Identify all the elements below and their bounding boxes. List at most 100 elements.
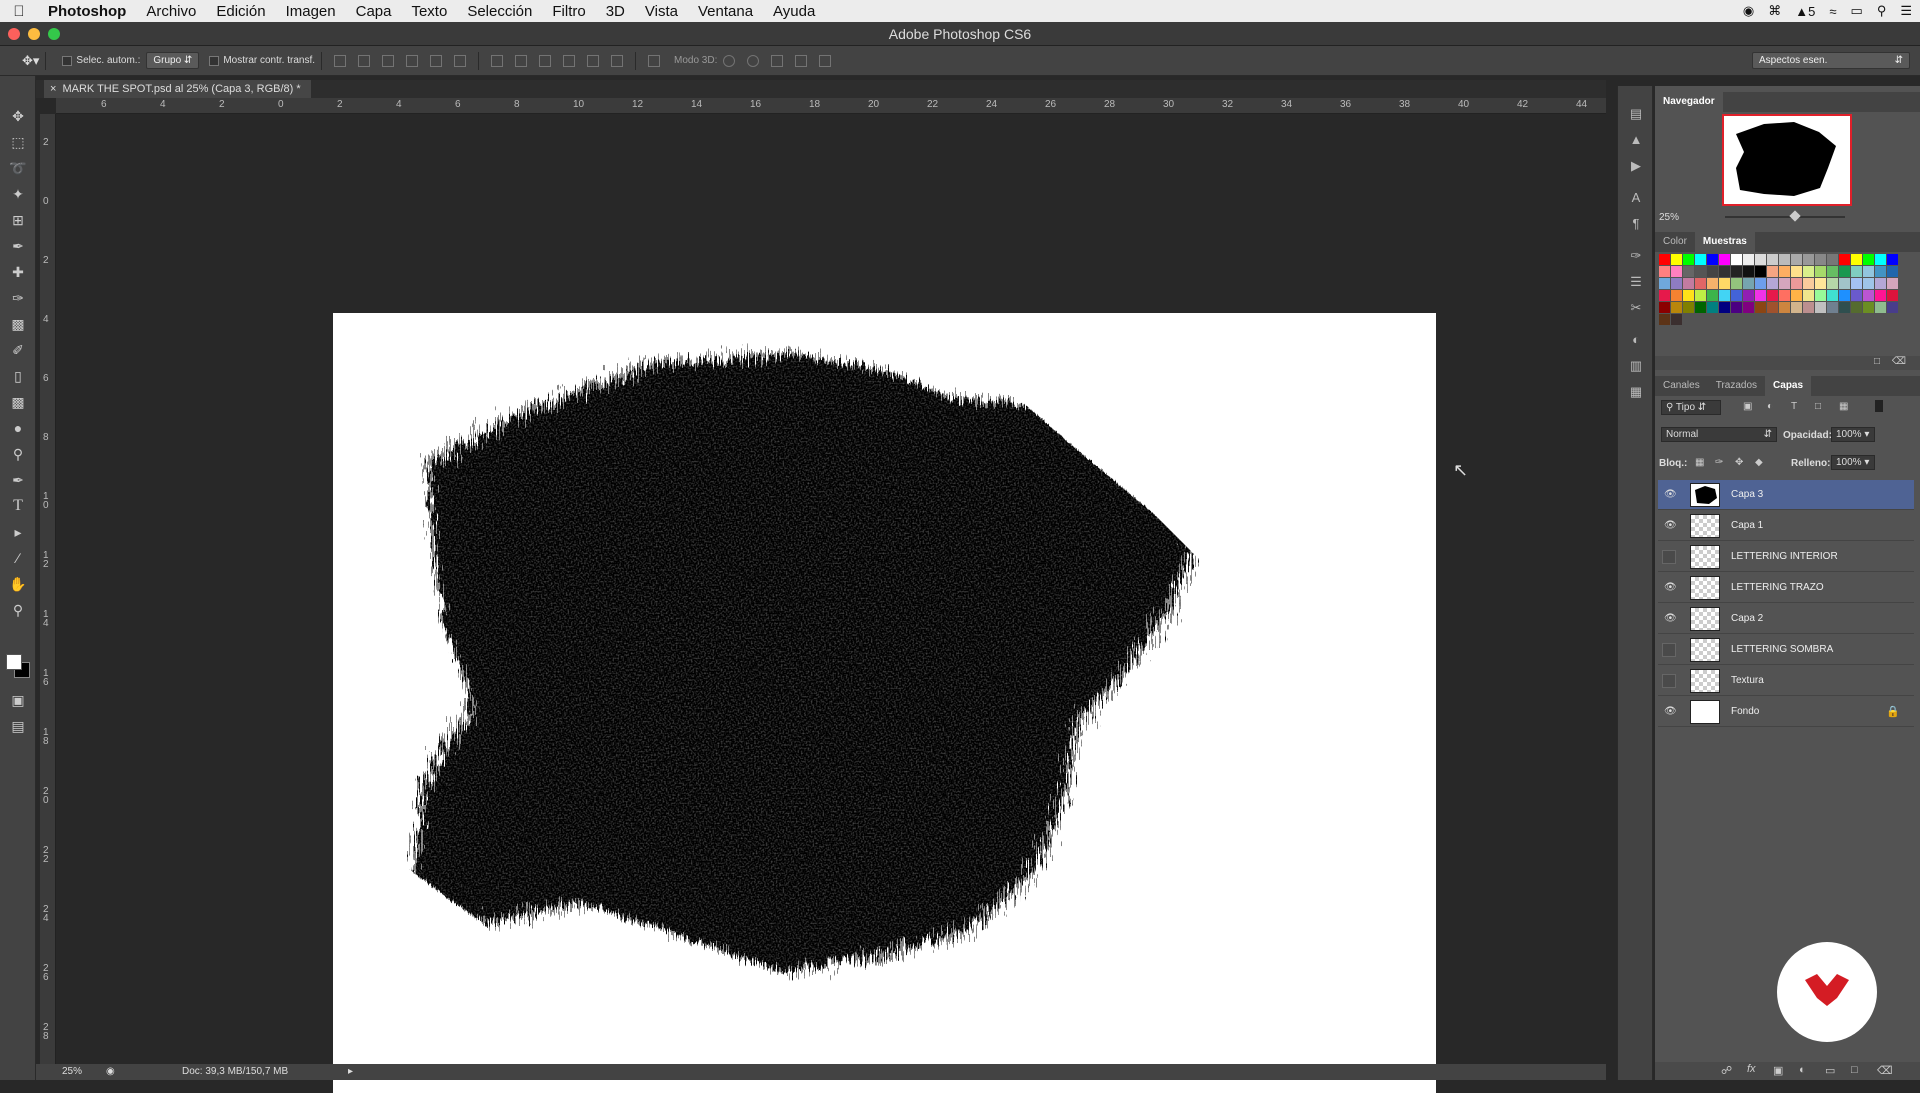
navigator-preview[interactable] bbox=[1722, 114, 1852, 206]
line-tool-icon[interactable]: ∕ bbox=[8, 548, 28, 568]
auto-select-dropdown[interactable]: Grupo ⇵ bbox=[146, 52, 200, 69]
clone-source-icon[interactable]: ✂ bbox=[1627, 300, 1645, 318]
swatch[interactable] bbox=[1719, 290, 1730, 301]
swatch[interactable] bbox=[1791, 278, 1802, 289]
swatch[interactable] bbox=[1707, 302, 1718, 313]
crop-tool-icon[interactable]: ⊞ bbox=[8, 210, 28, 230]
distribute-bottom-icon[interactable] bbox=[539, 54, 552, 67]
status-menu-arrow-icon[interactable]: ▸ bbox=[348, 1064, 353, 1080]
minimize-window-button[interactable] bbox=[28, 28, 40, 40]
align-left-icon[interactable] bbox=[406, 54, 419, 67]
swatch[interactable] bbox=[1671, 290, 1682, 301]
swatch[interactable] bbox=[1851, 290, 1862, 301]
show-transform-checkbox[interactable] bbox=[209, 55, 220, 66]
history-brush-tool-icon[interactable]: ✐ bbox=[8, 340, 28, 360]
distribute-vcenter-icon[interactable] bbox=[515, 54, 528, 67]
swatch[interactable] bbox=[1659, 290, 1670, 301]
fill-input[interactable]: 100% ▾ bbox=[1831, 455, 1875, 470]
visibility-toggle[interactable] bbox=[1662, 643, 1676, 657]
menu-capa[interactable]: Capa bbox=[346, 3, 402, 20]
zoom-tool-icon[interactable]: ⚲ bbox=[8, 600, 28, 620]
distribute-left-icon[interactable] bbox=[563, 54, 576, 67]
adobe-icon[interactable]: ▲5 bbox=[1795, 4, 1815, 19]
dodge-tool-icon[interactable]: ⚲ bbox=[8, 444, 28, 464]
visibility-toggle[interactable] bbox=[1662, 550, 1676, 564]
tab-channels[interactable]: Canales bbox=[1655, 376, 1708, 396]
lock-transparency-icon[interactable]: ▦ bbox=[1695, 457, 1704, 468]
layer-row[interactable]: Textura bbox=[1658, 666, 1914, 696]
swatch[interactable] bbox=[1863, 290, 1874, 301]
hand-tool-icon[interactable]: ✋ bbox=[8, 574, 28, 594]
eraser-tool-icon[interactable]: ▯ bbox=[8, 366, 28, 386]
menu-3d[interactable]: 3D bbox=[596, 3, 635, 20]
stamp-tool-icon[interactable]: ▩ bbox=[8, 314, 28, 334]
swatch[interactable] bbox=[1827, 254, 1838, 265]
swatch[interactable] bbox=[1803, 302, 1814, 313]
add-mask-icon[interactable]: ▣ bbox=[1773, 1064, 1783, 1077]
paragraph-panel-icon[interactable]: ¶ bbox=[1627, 216, 1645, 234]
menu-ayuda[interactable]: Ayuda bbox=[763, 3, 825, 20]
visibility-eye-icon[interactable]: 👁 bbox=[1664, 489, 1677, 501]
lasso-tool-icon[interactable]: ➰ bbox=[8, 158, 28, 178]
swatch[interactable] bbox=[1875, 302, 1886, 313]
menu-texto[interactable]: Texto bbox=[401, 3, 457, 20]
swatch[interactable] bbox=[1839, 302, 1850, 313]
swatch[interactable] bbox=[1719, 278, 1730, 289]
swatch[interactable] bbox=[1839, 278, 1850, 289]
3d-rotate-icon[interactable] bbox=[723, 54, 736, 67]
3d-roll-icon[interactable] bbox=[747, 54, 760, 67]
swatch[interactable] bbox=[1659, 278, 1670, 289]
swatch[interactable] bbox=[1779, 266, 1790, 277]
swatch[interactable] bbox=[1671, 302, 1682, 313]
distribute-top-icon[interactable] bbox=[491, 54, 504, 67]
eyedropper-tool-icon[interactable]: ✒ bbox=[8, 236, 28, 256]
navigator-zoom[interactable]: 25% bbox=[1659, 212, 1679, 223]
align-top-icon[interactable] bbox=[334, 54, 347, 67]
healing-brush-tool-icon[interactable]: ✚ bbox=[8, 262, 28, 282]
visibility-eye-icon[interactable]: 👁 bbox=[1664, 613, 1677, 625]
layer-row[interactable]: 👁 Fondo 🔒 bbox=[1658, 697, 1914, 727]
swatch[interactable] bbox=[1683, 266, 1694, 277]
link-layers-icon[interactable]: ☍ bbox=[1721, 1064, 1732, 1077]
swatch[interactable] bbox=[1731, 302, 1742, 313]
layer-row[interactable]: LETTERING SOMBRA bbox=[1658, 635, 1914, 665]
marquee-tool-icon[interactable]: ⬚ bbox=[8, 132, 28, 152]
swatch[interactable] bbox=[1719, 266, 1730, 277]
swatch[interactable] bbox=[1767, 302, 1778, 313]
new-swatch-icon[interactable]: □ bbox=[1874, 356, 1880, 367]
distribute-right-icon[interactable] bbox=[611, 54, 624, 67]
close-tab-icon[interactable]: × bbox=[50, 83, 56, 95]
apple-icon[interactable]:  bbox=[0, 3, 38, 20]
lock-pixels-icon[interactable]: ✑ bbox=[1715, 457, 1723, 468]
character-panel-icon[interactable]: A bbox=[1627, 190, 1645, 208]
swatch[interactable] bbox=[1815, 290, 1826, 301]
swatch[interactable] bbox=[1671, 266, 1682, 277]
pen-tool-icon[interactable]: ✒ bbox=[8, 470, 28, 490]
path-select-tool-icon[interactable]: ▸ bbox=[8, 522, 28, 542]
tab-color[interactable]: Color bbox=[1655, 232, 1695, 252]
distribute-hcenter-icon[interactable] bbox=[587, 54, 600, 67]
3d-pan-icon[interactable] bbox=[771, 54, 784, 67]
swatch[interactable] bbox=[1839, 290, 1850, 301]
swatch[interactable] bbox=[1671, 278, 1682, 289]
navigator-zoom-slider[interactable] bbox=[1725, 216, 1845, 218]
swatch[interactable] bbox=[1707, 290, 1718, 301]
tab-swatches[interactable]: Muestras bbox=[1694, 232, 1755, 252]
3d-scale-icon[interactable] bbox=[819, 54, 832, 67]
swatch[interactable] bbox=[1695, 266, 1706, 277]
menu-filtro[interactable]: Filtro bbox=[542, 3, 595, 20]
swatch[interactable] bbox=[1731, 266, 1742, 277]
swatch[interactable] bbox=[1887, 278, 1898, 289]
menu-seleccion[interactable]: Selección bbox=[457, 3, 542, 20]
align-bottom-icon[interactable] bbox=[382, 54, 395, 67]
swatch[interactable] bbox=[1887, 254, 1898, 265]
swatch[interactable] bbox=[1683, 290, 1694, 301]
layer-row[interactable]: 👁 Capa 1 bbox=[1658, 511, 1914, 541]
navigator-zoom-handle[interactable] bbox=[1789, 210, 1801, 222]
document-canvas[interactable] bbox=[333, 313, 1436, 1093]
menu-archivo[interactable]: Archivo bbox=[136, 3, 206, 20]
swatch[interactable] bbox=[1827, 302, 1838, 313]
properties-panel-icon[interactable]: ▦ bbox=[1627, 384, 1645, 402]
swatch[interactable] bbox=[1659, 314, 1670, 325]
swatch[interactable] bbox=[1803, 266, 1814, 277]
